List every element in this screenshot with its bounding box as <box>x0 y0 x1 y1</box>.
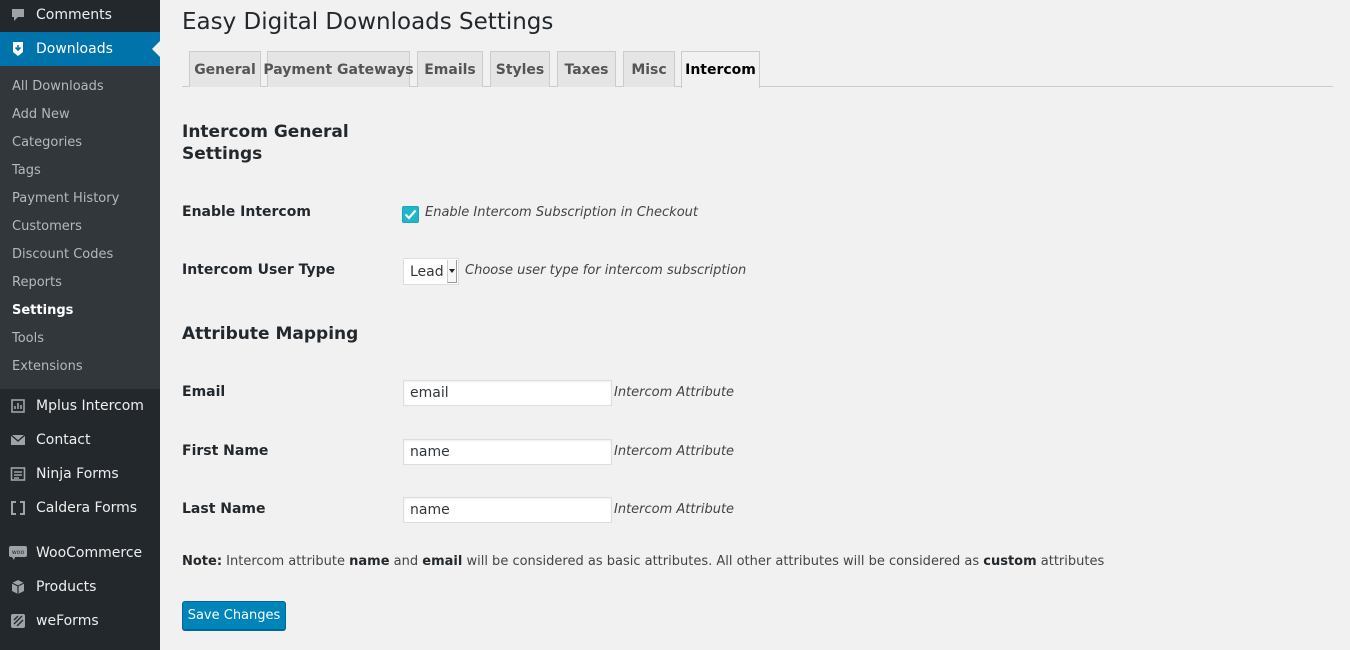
submenu-item-extensions[interactable]: Extensions <box>0 353 160 381</box>
svg-text:woo: woo <box>12 549 25 556</box>
chart-icon <box>0 398 36 414</box>
attribute-note: Note: Intercom attribute name and email … <box>182 554 1104 569</box>
menu-item-mplus-intercom[interactable]: Mplus Intercom <box>0 389 160 423</box>
submenu-item-all-downloads[interactable]: All Downloads <box>0 73 160 101</box>
box-icon <box>0 579 36 595</box>
menu-item-downloads[interactable]: Downloads <box>0 32 160 66</box>
menu-item-woocommerce[interactable]: woo WooCommerce <box>0 536 160 570</box>
user-type-label: Intercom User Type <box>182 262 336 278</box>
enable-intercom-checkbox[interactable] <box>402 206 419 223</box>
woo-icon: woo <box>0 546 36 560</box>
submenu-item-tags[interactable]: Tags <box>0 157 160 185</box>
weforms-icon <box>0 613 36 629</box>
menu-item-label: weForms <box>36 613 99 629</box>
submenu-item-categories[interactable]: Categories <box>0 129 160 157</box>
menu-item-caldera-forms[interactable]: Caldera Forms <box>0 491 160 525</box>
menu-item-label: Downloads <box>36 41 113 57</box>
note-text: will be considered as basic attributes. … <box>462 554 984 569</box>
user-type-description: Choose user type for intercom subscripti… <box>465 263 747 278</box>
menu-item-comments[interactable]: Comments <box>0 0 160 32</box>
submenu-item-settings[interactable]: Settings <box>0 297 160 325</box>
menu-item-label: Comments <box>36 7 112 23</box>
enable-intercom-label: Enable Intercom <box>182 204 311 220</box>
last-name-attribute-input[interactable] <box>403 497 612 523</box>
heading-line: Intercom General <box>182 122 349 142</box>
admin-sidebar: Comments Downloads All Downloads Add New… <box>0 0 160 650</box>
enable-intercom-description: Enable Intercom Subscription in Checkout <box>425 205 698 220</box>
note-bold: email <box>422 554 463 569</box>
bracket-icon <box>0 500 36 516</box>
note-prefix: Note: <box>182 554 223 569</box>
save-changes-button[interactable]: Save Changes <box>182 601 286 630</box>
user-type-selected-value: Lead <box>410 263 444 280</box>
note-bold: name <box>349 554 390 569</box>
menu-item-label: Caldera Forms <box>36 500 138 516</box>
note-bold: custom <box>983 554 1037 569</box>
submenu-item-reports[interactable]: Reports <box>0 269 160 297</box>
submenu-item-customers[interactable]: Customers <box>0 213 160 241</box>
menu-item-contact[interactable]: Contact <box>0 423 160 457</box>
submenu-item-tools[interactable]: Tools <box>0 325 160 353</box>
downloads-submenu: All Downloads Add New Categories Tags Pa… <box>0 66 160 389</box>
first-name-label: First Name <box>182 443 269 459</box>
tab-intercom[interactable]: Intercom <box>681 51 760 88</box>
menu-item-label: WooCommerce <box>36 545 143 561</box>
note-text: attributes <box>1036 554 1105 569</box>
menu-item-products[interactable]: Products <box>0 570 160 604</box>
tab-payment-gateways[interactable]: Payment Gateways <box>263 51 414 87</box>
last-name-label: Last Name <box>182 501 266 517</box>
forms-icon <box>0 466 36 482</box>
note-text: and <box>389 554 423 569</box>
menu-item-label: Mplus Intercom <box>36 398 144 414</box>
menu-item-ninja-forms[interactable]: Ninja Forms <box>0 457 160 491</box>
email-attribute-description: Intercom Attribute <box>614 385 735 400</box>
menu-item-weforms[interactable]: weForms <box>0 604 160 638</box>
comment-icon <box>0 7 36 23</box>
submenu-item-add-new[interactable]: Add New <box>0 101 160 129</box>
page-title: Easy Digital Downloads Settings <box>182 9 554 35</box>
settings-tabs: General Payment Gateways Emails Styles T… <box>182 51 1333 88</box>
last-name-attribute-description: Intercom Attribute <box>614 502 735 517</box>
tab-taxes[interactable]: Taxes <box>557 51 616 87</box>
attribute-mapping-heading: Attribute Mapping <box>182 324 359 344</box>
checkmark-icon <box>404 209 417 220</box>
first-name-attribute-input[interactable] <box>403 439 612 465</box>
user-type-select[interactable]: Lead <box>403 258 459 285</box>
tab-styles[interactable]: Styles <box>490 51 550 87</box>
general-settings-heading: Intercom General Settings <box>182 121 349 165</box>
menu-item-label: Contact <box>36 432 91 448</box>
tab-emails[interactable]: Emails <box>417 51 483 87</box>
tab-misc[interactable]: Misc <box>623 51 675 87</box>
menu-item-label: Ninja Forms <box>36 466 119 482</box>
mail-icon <box>0 432 36 448</box>
dropdown-arrow-icon <box>447 260 457 283</box>
download-icon <box>0 41 36 57</box>
first-name-attribute-description: Intercom Attribute <box>614 444 735 459</box>
submenu-item-payment-history[interactable]: Payment History <box>0 185 160 213</box>
email-label: Email <box>182 384 226 400</box>
submenu-item-discount-codes[interactable]: Discount Codes <box>0 241 160 269</box>
tab-general[interactable]: General <box>189 51 261 87</box>
menu-item-label: Products <box>36 579 97 595</box>
note-text: Intercom attribute <box>222 554 350 569</box>
email-attribute-input[interactable] <box>403 380 612 406</box>
heading-line: Settings <box>182 144 263 164</box>
